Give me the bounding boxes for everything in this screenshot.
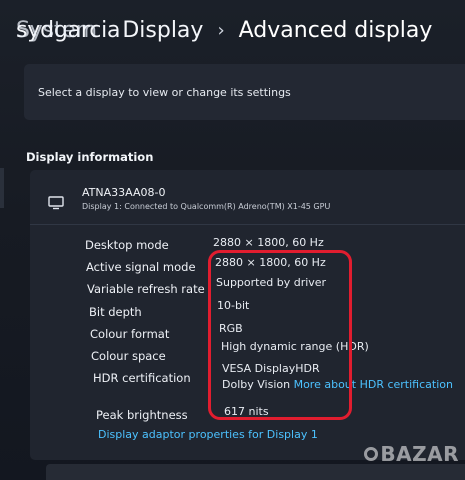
property-label: Peak brightness [96,408,188,422]
settings-window: sydgarcia System Display › Advanced disp… [0,0,465,480]
property-value: VESA DisplayHDR [222,362,320,375]
property-value: RGB [219,322,243,335]
property-value-dolby: Dolby Vision [222,378,291,391]
more-about-hdr-link[interactable]: More about HDR certification [294,378,453,391]
select-display-label: Select a display to view or change its s… [38,85,291,99]
nav-pane-edge [0,168,4,208]
select-display-card[interactable]: Select a display to view or change its s… [24,64,465,120]
property-label: Colour space [91,349,166,363]
breadcrumb-chevron-icon: › [217,19,225,41]
page-title: Advanced display [238,17,433,43]
property-label: Bit depth [89,305,142,319]
watermark-text: BAZAR [380,442,459,466]
watermark-ring-icon [364,447,379,461]
monitor-icon [48,196,64,210]
breadcrumb-root-text-a: System [16,17,97,43]
property-label: Variable refresh rate [87,282,205,296]
property-value: 617 nits [224,405,269,418]
breadcrumb-display[interactable]: Display [122,18,203,43]
property-value: 2880 × 1800, 60 Hz [215,256,326,269]
property-value-secondary: Dolby Vision More about HDR certificatio… [222,378,453,391]
breadcrumb: sydgarcia System Display › Advanced disp… [16,12,432,48]
property-value: High dynamic range (HDR) [221,340,369,353]
property-value: Supported by driver [216,276,327,289]
display-adapter-properties-link[interactable]: Display adaptor properties for Display 1 [98,428,318,441]
monitor-connection: Display 1: Connected to Qualcomm(R) Adre… [82,202,331,211]
watermark-logo: BAZAR [364,442,459,466]
property-value: 10-bit [217,299,250,312]
breadcrumb-root[interactable]: sydgarcia System [16,17,121,43]
monitor-header: ATNA33AA08-0 Display 1: Connected to Qua… [30,170,465,225]
next-section-card [46,464,465,480]
monitor-name: ATNA33AA08-0 [82,186,166,199]
property-label: Desktop mode [85,238,169,252]
display-information-heading: Display information [26,150,154,164]
property-label: HDR certification [93,371,191,385]
property-label: Colour format [90,327,170,341]
property-label: Active signal mode [86,260,196,274]
property-value: 2880 × 1800, 60 Hz [213,236,324,249]
